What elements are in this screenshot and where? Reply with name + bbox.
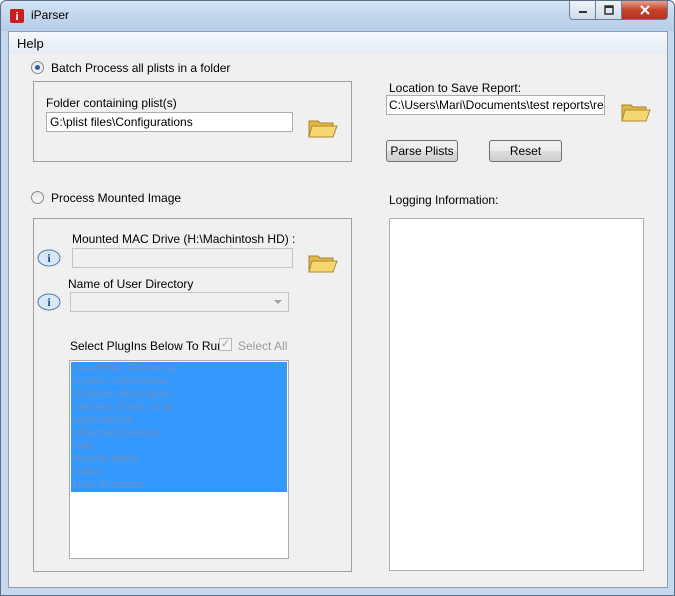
plugin-list-item[interactable]: Internet, Email, Chat [71, 401, 287, 414]
mounted-groupbox: Mounted MAC Drive (H:\Machintosh HD) : i… [33, 218, 352, 572]
chevron-down-icon [274, 300, 282, 304]
plugin-list-item[interactable]: User Accounts [71, 479, 287, 492]
batch-process-radio[interactable] [31, 61, 44, 74]
plugin-list-item[interactable]: Mail [71, 440, 287, 453]
logging-textarea[interactable] [389, 218, 644, 571]
plugin-list-item[interactable]: Network Information [71, 388, 287, 401]
mounted-drive-label: Mounted MAC Drive (H:\Machintosh HD) : [72, 232, 296, 246]
plugins-listbox[interactable]: Initial Data Gathering System Information… [69, 360, 289, 559]
menu-bar: Help [9, 32, 667, 54]
folder-icon[interactable] [308, 252, 338, 274]
plugin-list-item[interactable]: Attached iDevices [71, 427, 287, 440]
window-title: iParser [31, 8, 70, 22]
title-bar[interactable]: i iParser [1, 1, 674, 31]
reset-button[interactable]: Reset [489, 140, 562, 162]
plugin-list-item[interactable]: Applications [71, 414, 287, 427]
select-all-label[interactable]: Select All [238, 339, 287, 353]
plugin-list-item[interactable]: Safari [71, 466, 287, 479]
select-all-checkbox[interactable]: ✓ [219, 338, 232, 351]
user-directory-select[interactable] [70, 292, 289, 312]
minimize-icon[interactable] [569, 1, 596, 20]
info-icon[interactable]: i [37, 249, 61, 267]
batch-process-label[interactable]: Batch Process all plists in a folder [51, 61, 230, 75]
folder-icon[interactable] [621, 101, 651, 123]
folder-label: Folder containing plist(s) [46, 96, 177, 110]
parse-plists-button[interactable]: Parse Plists [386, 140, 458, 162]
mounted-image-radio[interactable] [31, 191, 44, 204]
plugin-list-item[interactable]: Recent Items [71, 453, 287, 466]
save-location-label: Location to Save Report: [389, 81, 522, 95]
plugin-list-item[interactable]: System Information [71, 375, 287, 388]
batch-groupbox: Folder containing plist(s) G:\plist file… [33, 81, 352, 162]
plugins-label: Select PlugIns Below To Run: [70, 339, 228, 353]
mounted-image-label[interactable]: Process Mounted Image [51, 191, 181, 205]
maximize-icon[interactable] [596, 1, 622, 20]
folder-icon[interactable] [308, 117, 338, 139]
mounted-drive-input[interactable] [72, 248, 293, 268]
user-directory-label: Name of User Directory [68, 277, 194, 291]
app-window: i iParser Help Batch Process all plists … [0, 0, 675, 596]
form-client-area: Help Batch Process all plists in a folde… [8, 31, 668, 588]
info-icon[interactable]: i [37, 293, 61, 311]
svg-text:i: i [15, 11, 18, 23]
save-location-input[interactable]: C:\Users\Mari\Documents\test reports\rep… [386, 95, 605, 115]
logging-label: Logging Information: [389, 193, 499, 207]
close-icon[interactable] [622, 1, 668, 20]
plugin-list-item[interactable]: Initial Data Gathering [71, 362, 287, 375]
menu-help[interactable]: Help [17, 36, 44, 51]
app-icon: i [10, 9, 24, 23]
folder-path-input[interactable]: G:\plist files\Configurations [46, 112, 293, 132]
